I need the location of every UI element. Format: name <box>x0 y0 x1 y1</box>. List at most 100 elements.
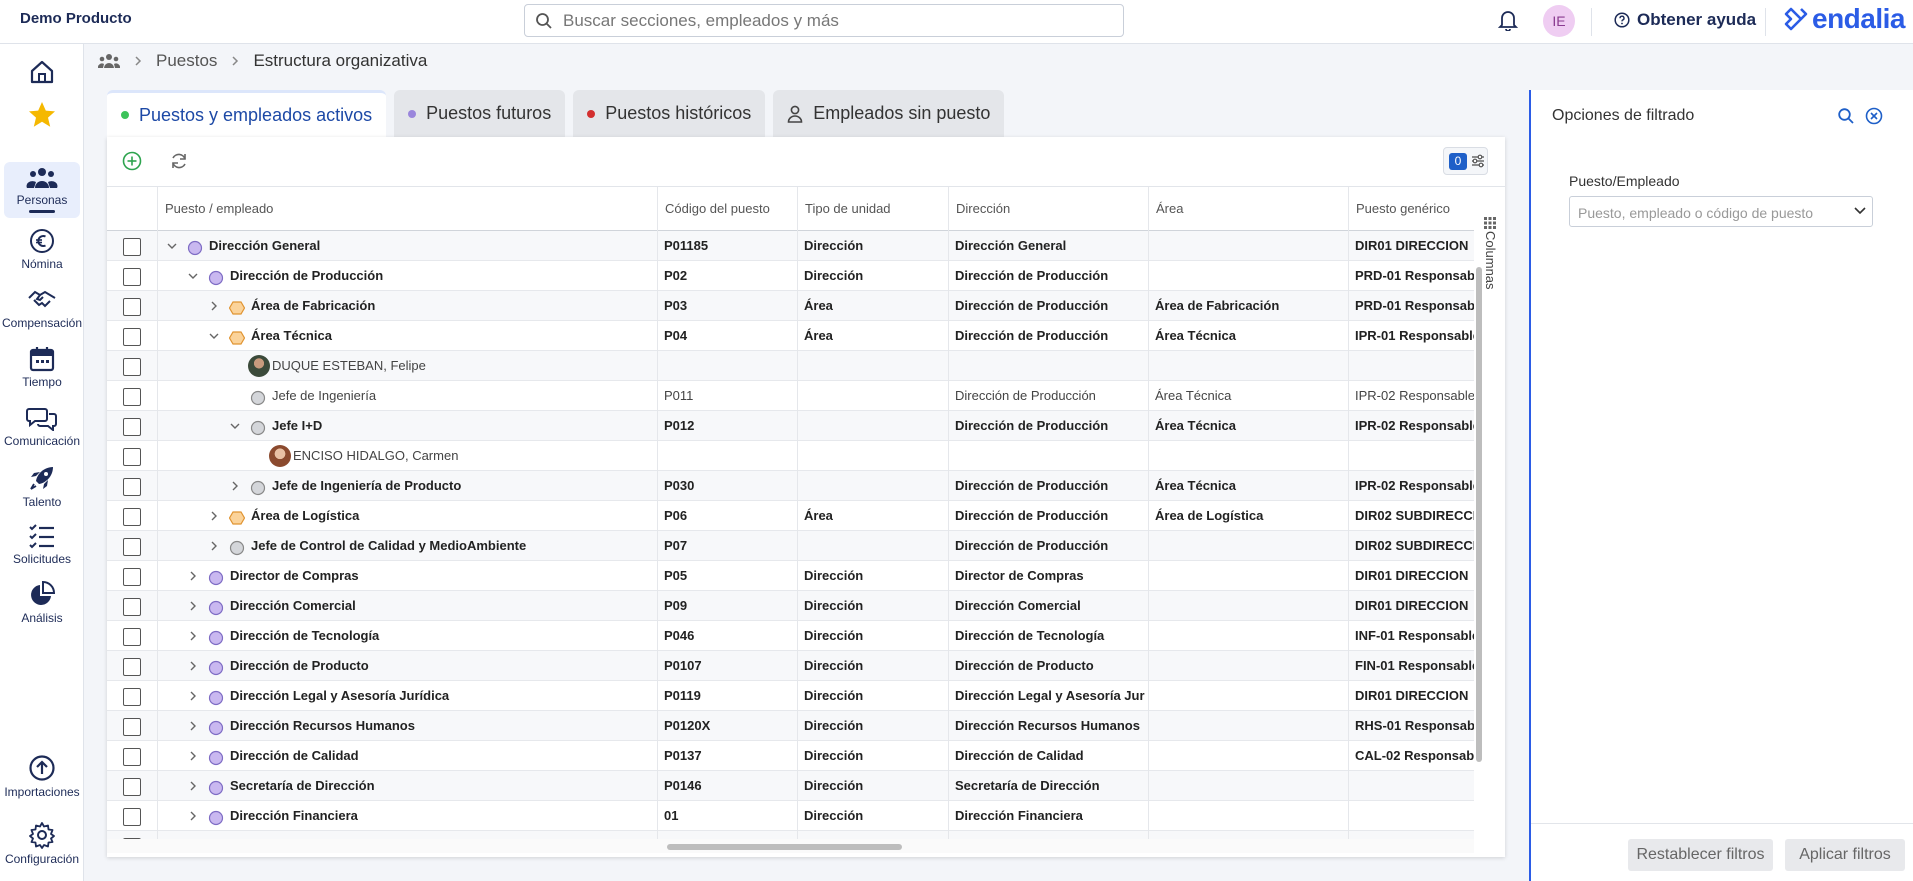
table-row[interactable]: Dirección Financiera 01 Dirección Dirección… <box>107 801 1474 831</box>
row-checkbox[interactable] <box>123 568 141 586</box>
chevron-right-icon[interactable] <box>209 511 219 521</box>
table-row[interactable]: Dirección de Producción P02 Dirección Direc… <box>107 261 1474 291</box>
nav-tiempo[interactable]: Tiempo <box>4 346 80 389</box>
row-name[interactable]: Área de Logística <box>251 508 359 523</box>
table-row[interactable]: PresupuestoPUESTO0001Dirección General <box>107 831 1474 839</box>
nav-importaciones[interactable]: Importaciones <box>4 754 80 799</box>
row-checkbox[interactable] <box>123 808 141 826</box>
tab-future-positions[interactable]: Puestos futuros <box>394 90 566 137</box>
nav-comunicacion[interactable]: Comunicación <box>4 405 80 448</box>
position-employee-select[interactable]: Puesto, empleado o código de puesto <box>1569 196 1873 227</box>
table-row[interactable]: Área de Fabricación P03 Área Dirección de P… <box>107 291 1474 321</box>
nav-personas[interactable]: Personas <box>4 162 80 218</box>
chevron-right-icon[interactable] <box>188 781 198 791</box>
row-name[interactable]: Dirección General <box>209 238 320 253</box>
chevron-down-icon[interactable] <box>230 421 240 431</box>
row-name[interactable]: Jefe de Ingeniería <box>272 388 376 403</box>
reset-filters-button[interactable]: Restablecer filtros <box>1628 839 1773 871</box>
breadcrumb-section[interactable]: Puestos <box>156 51 217 71</box>
row-name[interactable]: Secretaría de Dirección <box>230 778 375 793</box>
row-checkbox[interactable] <box>123 778 141 796</box>
table-row[interactable]: Dirección de Tecnología P046 Dirección Dire… <box>107 621 1474 651</box>
nav-analisis[interactable]: Análisis <box>4 580 80 625</box>
nav-configuracion[interactable]: Configuración <box>4 821 80 866</box>
tab-historic-positions[interactable]: Puestos históricos <box>573 90 766 137</box>
table-row[interactable]: DUQUE ESTEBAN, Felipe <box>107 351 1474 381</box>
horizontal-scrollbar[interactable] <box>107 839 1474 853</box>
add-circle-icon[interactable] <box>122 151 142 171</box>
row-checkbox[interactable] <box>123 298 141 316</box>
row-name[interactable]: Jefe de Control de Calidad y MedioAmbien… <box>251 538 526 553</box>
close-circle-icon[interactable] <box>1865 107 1883 125</box>
org-people-icon[interactable] <box>98 53 120 69</box>
brand-logo[interactable]: endalia <box>1783 3 1905 35</box>
row-name[interactable]: ENCISO HIDALGO, Carmen <box>293 448 458 463</box>
row-name[interactable]: Jefe I+D <box>272 418 322 433</box>
row-checkbox[interactable] <box>123 598 141 616</box>
row-checkbox[interactable] <box>123 688 141 706</box>
row-checkbox[interactable] <box>123 718 141 736</box>
nav-nomina[interactable]: Nómina <box>4 228 80 271</box>
company-name[interactable]: Demo Producto <box>20 10 132 27</box>
row-checkbox[interactable] <box>123 448 141 466</box>
row-name[interactable]: Dirección Comercial <box>230 598 356 613</box>
nav-home[interactable] <box>4 58 80 89</box>
global-search[interactable] <box>524 4 1124 37</box>
row-name[interactable]: Dirección de Producción <box>230 268 383 283</box>
nav-talento[interactable]: Talento <box>4 464 80 509</box>
table-row[interactable]: Jefe de Control de Calidad y MedioAmbien… <box>107 531 1474 561</box>
row-name[interactable]: Área de Fabricación <box>251 298 375 313</box>
scroll-thumb[interactable] <box>667 844 902 850</box>
row-name[interactable]: Área Técnica <box>251 328 332 343</box>
column-header-position[interactable]: Puesto / empleado <box>157 187 657 231</box>
row-checkbox[interactable] <box>123 538 141 556</box>
row-checkbox[interactable] <box>123 658 141 676</box>
table-row[interactable]: Jefe I+D P012 Dirección de Producción Área … <box>107 411 1474 441</box>
row-name[interactable]: Dirección de Calidad <box>230 748 359 763</box>
chevron-right-icon[interactable] <box>188 601 198 611</box>
column-header-code[interactable]: Código del puesto <box>657 187 797 231</box>
table-row[interactable]: Jefe de Ingeniería de Producto P030 Direcc… <box>107 471 1474 501</box>
tab-employees-without-position[interactable]: Empleados sin puesto <box>773 90 1005 137</box>
row-name[interactable]: Director de Compras <box>230 568 359 583</box>
table-row[interactable]: Dirección Legal y Asesoría Jurídica P0119… <box>107 681 1474 711</box>
table-row[interactable]: Dirección de Calidad P0137 Dirección Direcc… <box>107 741 1474 771</box>
column-header-area[interactable]: Área <box>1148 187 1348 231</box>
row-checkbox[interactable] <box>123 508 141 526</box>
table-row[interactable]: Secretaría de Dirección P0146 Dirección Sec… <box>107 771 1474 801</box>
apply-filters-button[interactable]: Aplicar filtros <box>1785 839 1905 871</box>
nav-favorites[interactable] <box>4 100 80 133</box>
chevron-right-icon[interactable] <box>188 661 198 671</box>
chevron-down-icon[interactable] <box>167 241 177 251</box>
row-checkbox[interactable] <box>123 328 141 346</box>
chevron-right-icon[interactable] <box>188 631 198 641</box>
help-button[interactable]: Obtener ayuda <box>1614 10 1756 30</box>
row-checkbox[interactable] <box>123 388 141 406</box>
table-row[interactable]: Dirección de Producto P0107 Dirección Direc… <box>107 651 1474 681</box>
row-checkbox[interactable] <box>123 268 141 286</box>
row-name[interactable]: Jefe de Ingeniería de Producto <box>272 478 461 493</box>
chevron-down-icon[interactable] <box>209 331 219 341</box>
tab-active-positions[interactable]: Puestos y empleados activos <box>107 90 387 137</box>
chevron-right-icon[interactable] <box>188 811 198 821</box>
row-name[interactable]: Dirección Recursos Humanos <box>230 718 415 733</box>
row-checkbox[interactable] <box>123 628 141 646</box>
chevron-right-icon[interactable] <box>230 481 240 491</box>
refresh-icon[interactable] <box>169 151 189 171</box>
row-checkbox[interactable] <box>123 238 141 256</box>
chevron-down-icon[interactable] <box>188 271 198 281</box>
row-name[interactable]: DUQUE ESTEBAN, Felipe <box>272 358 426 373</box>
column-header-unit-type[interactable]: Tipo de unidad <box>797 187 948 231</box>
nav-compensacion[interactable]: Compensación <box>2 287 82 330</box>
bell-icon[interactable] <box>1498 9 1518 31</box>
chevron-right-icon[interactable] <box>188 571 198 581</box>
table-row[interactable]: Jefe de Ingeniería P011 Dirección de Produ… <box>107 381 1474 411</box>
row-checkbox[interactable] <box>123 478 141 496</box>
scroll-thumb[interactable] <box>1476 267 1482 762</box>
chevron-right-icon[interactable] <box>188 691 198 701</box>
table-row[interactable]: Director de Compras P05 Dirección Director … <box>107 561 1474 591</box>
row-checkbox[interactable] <box>123 418 141 436</box>
row-name[interactable]: Dirección Financiera <box>230 808 358 823</box>
table-row[interactable]: Área Técnica P04 Área Dirección de Producci… <box>107 321 1474 351</box>
row-checkbox[interactable] <box>123 748 141 766</box>
